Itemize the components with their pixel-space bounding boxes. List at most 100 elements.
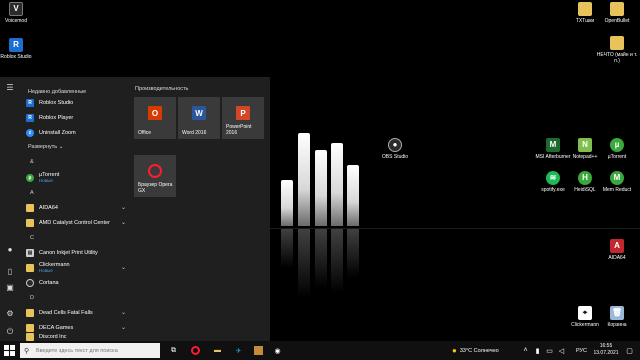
wallpaper-bar (347, 165, 359, 226)
network-icon[interactable]: ▭ (544, 345, 555, 356)
desktop-icon-label: Корзина (607, 322, 627, 328)
chevron-up-icon[interactable]: ˄ (520, 345, 531, 356)
wallpaper-bar (281, 180, 293, 226)
printer-icon: ▤ (26, 248, 34, 257)
aida64-icon: A (610, 239, 624, 253)
msi-afterburner-icon: M (546, 138, 560, 152)
app-label: Discord Inc (39, 334, 67, 340)
weather-text: 33°C Солнечно (459, 347, 499, 354)
utorrent-icon: µ (610, 138, 624, 152)
folder-icon (26, 203, 34, 212)
app-label: Cortana (39, 279, 59, 286)
desktop-icon-label: НЕЧТО (майн и т. п.) (596, 52, 638, 64)
expand-button[interactable]: Развернуть ⌄ (28, 144, 63, 150)
tile-office[interactable]: O Office (134, 97, 176, 139)
tile-label: Браузер Opera GX (138, 182, 173, 194)
utorrent-icon: µ (26, 173, 34, 182)
documents-icon[interactable]: ▯ (5, 267, 15, 277)
task-view-icon[interactable]: ⧉ (168, 345, 179, 356)
letter-header[interactable]: D (30, 295, 34, 301)
desktop-icon-recycle-bin[interactable]: 🗑 Корзина (594, 306, 640, 328)
app-label: Roblox Studio (39, 99, 74, 106)
desktop-icon-mem-reduct[interactable]: M Mem Reduct (594, 171, 640, 193)
power-icon[interactable]: ⏻ (5, 327, 15, 337)
tile-word-2016[interactable]: W Word 2016 (178, 97, 220, 139)
chevron-down-icon: ⌄ (120, 265, 126, 271)
powerpoint-icon: P (236, 106, 250, 120)
desktop-icon-openbullet[interactable]: OpenBullet (594, 2, 640, 24)
wallpaper-reflection (331, 228, 343, 293)
desktop-icon-label: HeidiSQL (574, 187, 596, 193)
letter-header[interactable]: A (30, 190, 34, 196)
start-rail: ☰ ● ▯ ▣ ⚙ ⏻ (0, 77, 20, 341)
expand-label: Развернуть (28, 144, 58, 150)
app-item-uninstall-zoom[interactable]: z Uninstall Zoom (26, 126, 130, 139)
pictures-icon[interactable]: ▣ (5, 283, 15, 293)
language-indicator[interactable]: РУС (576, 341, 587, 360)
app-list: Недавно добавленные R Roblox Studio R Ro… (20, 77, 130, 341)
word-icon: W (192, 106, 206, 120)
desktop-icon-obs-studio[interactable]: ● OBS Studio (372, 138, 418, 160)
clickermann-icon: ⌖ (578, 306, 592, 320)
hamburger-menu-icon[interactable]: ☰ (5, 83, 15, 93)
desktop-icon-utorrent[interactable]: µ µTorrent (594, 138, 640, 160)
sun-icon: ● (452, 346, 457, 355)
app-item-utorrent[interactable]: µ µTorrent Новые (26, 171, 130, 184)
roblox-studio-icon: R (26, 98, 34, 107)
opera-gx-taskbar-icon[interactable] (190, 345, 201, 356)
app-item-amd-catalyst[interactable]: AMD Catalyst Control Center ⌄ (26, 216, 130, 229)
app-item-discord-inc[interactable]: Discord Inc (26, 333, 130, 341)
heidisql-icon: H (578, 171, 592, 185)
weather-widget[interactable]: ● 33°C Солнечно (452, 341, 499, 360)
language-label: РУС (576, 347, 588, 354)
desktop-icon-label: OBS Studio (381, 154, 409, 160)
opera-gx-icon (148, 164, 162, 178)
tile-label: Office (138, 130, 151, 136)
desktop-icon-label: AIDA64 (608, 255, 626, 261)
wallpaper-bar (315, 150, 327, 226)
desktop-icon-aida64[interactable]: A AIDA64 (594, 239, 640, 261)
taskbar-search[interactable]: ⚲ (20, 343, 160, 358)
app-item-aida64[interactable]: AIDA64 ⌄ (26, 201, 130, 214)
usb-icon[interactable]: ▮ (532, 345, 543, 356)
system-clock[interactable]: 16:55 13.07.2021 (592, 343, 620, 357)
settings-gear-icon[interactable]: ⚙ (5, 309, 15, 319)
app-item-clickermann[interactable]: Clickermann Новые ⌄ (26, 261, 130, 274)
tile-opera-gx[interactable]: Браузер Opera GX (134, 155, 176, 197)
desktop-icon-label: OpenBullet (604, 18, 630, 24)
folder-icon (26, 218, 34, 227)
start-menu: ☰ ● ▯ ▣ ⚙ ⏻ Недавно добавленные R Roblox… (0, 77, 270, 341)
cortana-icon (26, 278, 34, 287)
app-item-canon-inkjet[interactable]: ▤ Canon Inkjet Print Utility (26, 246, 130, 259)
taskbar: ⚲ ⧉ ▬ ✈ ◉ ● 33°C Солнечно ˄ ▮ ▭ ◁ РУС 16… (0, 341, 640, 360)
chevron-down-icon: ⌄ (58, 144, 64, 150)
wallpaper-horizon (270, 228, 640, 229)
windows-start-icon[interactable] (4, 345, 15, 356)
folder-icon (26, 333, 34, 341)
app-item-roblox-studio[interactable]: R Roblox Studio (26, 96, 130, 109)
telegram-icon[interactable]: ✈ (233, 345, 244, 356)
app-item-roblox-player[interactable]: R Roblox Player (26, 111, 130, 124)
app-label: DECA Games (39, 324, 74, 331)
letter-header[interactable]: & (30, 159, 34, 165)
chevron-down-icon: ⌄ (120, 310, 126, 316)
wallpaper-bar (298, 133, 310, 226)
user-avatar-icon[interactable]: ● (5, 245, 15, 255)
desktop-icon-roblox-studio[interactable]: R Roblox Studio (0, 38, 39, 60)
desktop-icon-voicemod[interactable]: V Voicemod (0, 2, 39, 24)
app-item-dead-cells[interactable]: Dead Cells Fatal Falls ⌄ (26, 306, 130, 319)
volume-icon[interactable]: ◁ (556, 345, 567, 356)
wallpaper-reflection (281, 228, 293, 268)
spotify-icon: ≋ (546, 171, 560, 185)
letter-header[interactable]: C (30, 235, 34, 241)
search-input[interactable] (36, 347, 156, 354)
recycle-bin-icon: 🗑 (610, 306, 624, 320)
folder-icon (610, 2, 624, 16)
desktop-icon-nechto[interactable]: НЕЧТО (майн и т. п.) (594, 36, 640, 64)
app-item-cortana[interactable]: Cortana (26, 276, 130, 289)
app-taskbar-icon[interactable] (253, 345, 264, 356)
obs-taskbar-icon[interactable]: ◉ (272, 345, 283, 356)
notifications-icon[interactable]: ▢ (624, 345, 635, 356)
tile-powerpoint-2016[interactable]: P PowerPoint 2016 (222, 97, 264, 139)
file-explorer-icon[interactable]: ▬ (212, 345, 223, 356)
